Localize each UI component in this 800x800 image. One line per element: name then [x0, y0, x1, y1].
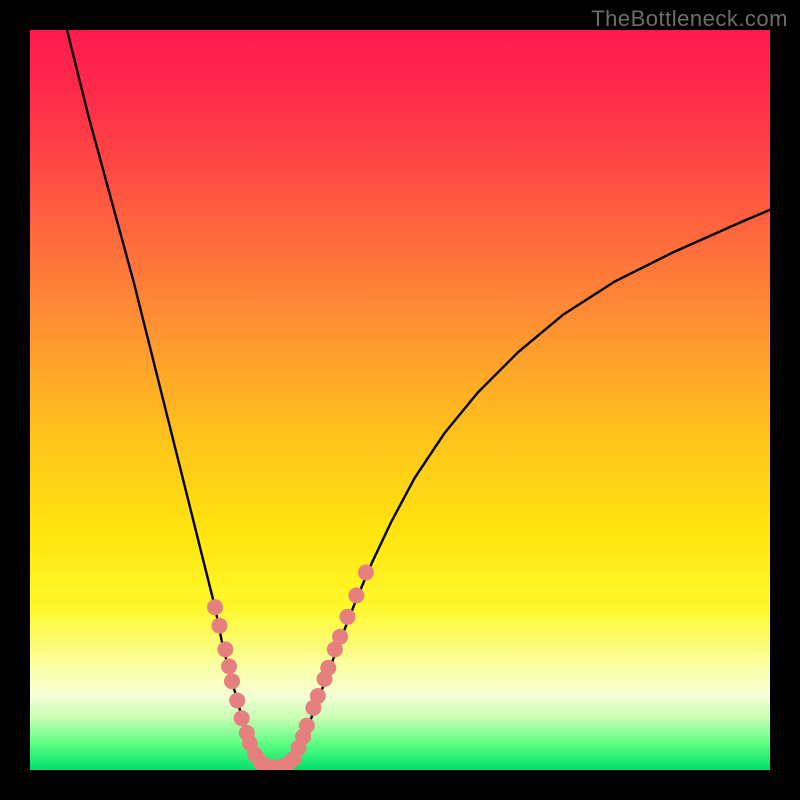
bottleneck-curve — [67, 30, 770, 767]
curve-marker — [332, 629, 348, 645]
curve-marker — [320, 660, 336, 676]
curves-layer — [30, 30, 770, 770]
curve-marker — [221, 658, 237, 674]
watermark-text: TheBottleneck.com — [591, 6, 788, 32]
curve-marker — [358, 564, 374, 580]
curve-marker — [234, 710, 250, 726]
curve-marker — [224, 673, 240, 689]
chart-frame: TheBottleneck.com — [0, 0, 800, 800]
curve-marker — [348, 587, 364, 603]
curve-marker — [211, 618, 227, 634]
curve-markers — [207, 564, 374, 770]
curve-marker — [310, 688, 326, 704]
curve-marker — [229, 692, 245, 708]
plot-area — [30, 30, 770, 770]
curve-marker — [217, 641, 233, 657]
curve-marker — [299, 718, 315, 734]
curve-marker — [207, 599, 223, 615]
curve-marker — [339, 609, 355, 625]
